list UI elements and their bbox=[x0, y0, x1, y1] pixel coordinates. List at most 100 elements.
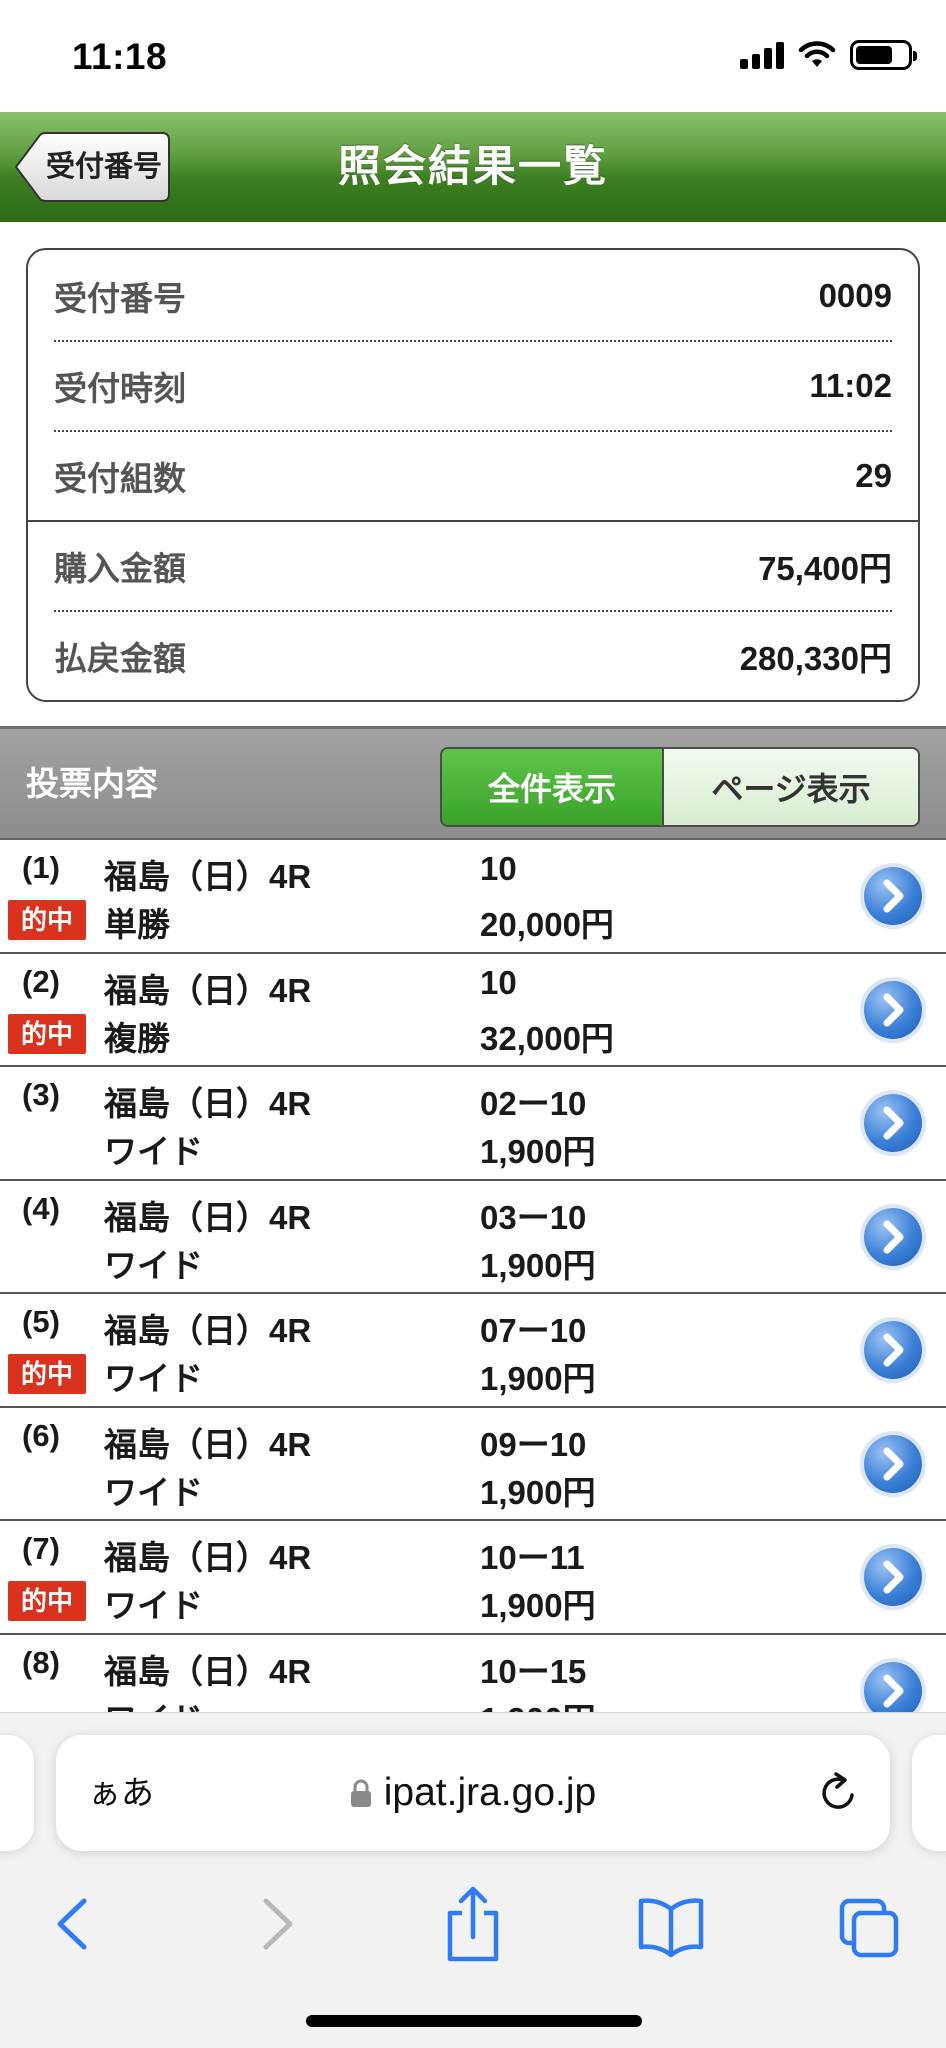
bet-number: (8) bbox=[22, 1644, 60, 1680]
summary-label: 受付組数 bbox=[54, 460, 186, 497]
url-display[interactable]: ipat.jra.go.jp bbox=[56, 1735, 890, 1851]
title-bar: 照会結果一覧 受付番号 bbox=[0, 112, 946, 222]
bet-combination: 03ー10 bbox=[480, 1198, 587, 1236]
bet-type: ワイド bbox=[104, 1246, 203, 1284]
race-name: 福島（日）4R bbox=[104, 1312, 312, 1349]
next-tab-preview[interactable] bbox=[912, 1735, 946, 1851]
show-all-button[interactable]: 全件表示 bbox=[442, 749, 664, 825]
url-text: ipat.jra.go.jp bbox=[383, 1771, 597, 1814]
bet-amount: 1,900円 bbox=[480, 1693, 596, 1713]
browser-toolbar: ぁあ ipat.jra.go.jp bbox=[0, 1712, 946, 2048]
chevron-right-icon[interactable] bbox=[864, 1094, 922, 1152]
chevron-right-icon[interactable] bbox=[864, 1207, 922, 1266]
bet-amount: 20,000円 bbox=[480, 906, 614, 943]
race-name: 福島（日）4R bbox=[104, 1652, 312, 1690]
bet-combination: 10ー15 bbox=[480, 1652, 587, 1690]
race-name: 福島（日）4R bbox=[104, 971, 312, 1009]
bet-list: (1) 的中 福島（日）4R 単勝 10 20,000円 (2) 的中 福島（日… bbox=[0, 840, 946, 1712]
summary-label: 受付時刻 bbox=[54, 370, 186, 407]
previous-tab-preview[interactable] bbox=[0, 1735, 34, 1851]
back-button-label: 受付番号 bbox=[45, 151, 162, 183]
hit-badge: 的中 bbox=[8, 900, 86, 940]
bet-type: ワイド bbox=[104, 1473, 203, 1511]
summary-label: 払戻金額 bbox=[54, 640, 186, 677]
wifi-icon bbox=[798, 41, 836, 67]
summary-row-set-count: 受付組数 29 bbox=[54, 432, 892, 520]
bet-amount: 1,900円 bbox=[480, 1246, 596, 1284]
bet-row[interactable]: (6) 福島（日）4R ワイド 09ー10 1,900円 bbox=[0, 1407, 946, 1521]
bet-type: 複勝 bbox=[104, 1019, 170, 1057]
bet-number: (7) bbox=[22, 1531, 60, 1566]
bet-contents-header: 投票内容 全件表示 ページ表示 bbox=[0, 726, 946, 840]
summary-value: 280,330円 bbox=[739, 640, 892, 677]
hit-badge: 的中 bbox=[8, 1354, 86, 1394]
bet-number: (4) bbox=[22, 1190, 60, 1226]
summary-value: 29 bbox=[855, 457, 892, 494]
tabs-icon[interactable] bbox=[836, 1879, 902, 1969]
hit-badge: 的中 bbox=[8, 1013, 86, 1054]
reload-icon[interactable] bbox=[816, 1771, 860, 1815]
bet-amount: 1,900円 bbox=[480, 1587, 596, 1624]
summary-row-receipt-number: 受付番号 0009 bbox=[54, 252, 892, 340]
bet-combination: 02ー10 bbox=[480, 1085, 587, 1122]
display-mode-toggle: 全件表示 ページ表示 bbox=[440, 747, 920, 827]
bet-row[interactable]: (7) 的中 福島（日）4R ワイド 10ー11 1,900円 bbox=[0, 1521, 946, 1635]
bet-type: ワイド bbox=[104, 1587, 203, 1624]
bet-row[interactable]: (1) 的中 福島（日）4R 単勝 10 20,000円 bbox=[0, 840, 946, 954]
bet-combination: 10 bbox=[480, 850, 517, 887]
bet-amount: 1,900円 bbox=[480, 1473, 596, 1511]
bet-amount: 1,900円 bbox=[480, 1360, 596, 1397]
chevron-right-icon[interactable] bbox=[864, 867, 922, 925]
status-time: 11:18 bbox=[72, 36, 168, 77]
bet-row[interactable]: (3) 福島（日）4R ワイド 02ー10 1,900円 bbox=[0, 1067, 946, 1181]
bet-type: 単勝 bbox=[104, 906, 170, 943]
back-button[interactable]: 受付番号 bbox=[14, 132, 170, 202]
bet-combination: 07ー10 bbox=[480, 1312, 587, 1349]
forward-arrow-icon[interactable] bbox=[246, 1879, 306, 1969]
section-title: 投票内容 bbox=[26, 765, 158, 802]
lock-icon bbox=[350, 1779, 371, 1807]
share-icon[interactable] bbox=[440, 1879, 506, 1969]
bet-number: (5) bbox=[22, 1304, 60, 1339]
bet-row[interactable]: (8) 福島（日）4R ワイド 10ー15 1,900円 bbox=[0, 1634, 946, 1713]
bet-type: ワイド bbox=[104, 1133, 203, 1170]
address-bar[interactable]: ぁあ ipat.jra.go.jp bbox=[56, 1735, 890, 1851]
race-name: 福島（日）4R bbox=[104, 1539, 312, 1576]
bet-number: (1) bbox=[22, 850, 60, 885]
bet-row[interactable]: (5) 的中 福島（日）4R ワイド 07ー10 1,900円 bbox=[0, 1294, 946, 1408]
cellular-signal-icon bbox=[740, 41, 784, 69]
bookmarks-icon[interactable] bbox=[636, 1879, 706, 1969]
bet-row[interactable]: (2) 的中 福島（日）4R 複勝 10 32,000円 bbox=[0, 953, 946, 1067]
race-name: 福島（日）4R bbox=[104, 858, 312, 895]
home-indicator bbox=[306, 2015, 642, 2027]
race-name: 福島（日）4R bbox=[104, 1085, 312, 1122]
summary-value: 0009 bbox=[818, 277, 892, 314]
summary-label: 購入金額 bbox=[54, 550, 186, 587]
status-bar: 11:18 bbox=[0, 0, 946, 112]
battery-icon bbox=[850, 40, 917, 70]
summary-row-payout-amount: 払戻金額 280,330円 bbox=[54, 612, 892, 700]
bet-combination: 09ー10 bbox=[480, 1425, 587, 1463]
race-name: 福島（日）4R bbox=[104, 1198, 312, 1236]
chevron-right-icon[interactable] bbox=[864, 1434, 922, 1493]
bet-number: (2) bbox=[22, 963, 60, 999]
status-icons bbox=[740, 40, 917, 70]
chevron-right-icon[interactable] bbox=[864, 980, 922, 1039]
bet-combination: 10ー11 bbox=[480, 1539, 585, 1576]
bet-amount: 1,900円 bbox=[480, 1133, 596, 1170]
hit-badge: 的中 bbox=[8, 1581, 86, 1621]
bet-type: ワイド bbox=[104, 1693, 203, 1713]
bet-combination: 10 bbox=[480, 963, 517, 1001]
chevron-right-icon[interactable] bbox=[864, 1321, 922, 1379]
summary-row-receipt-time: 受付時刻 11:02 bbox=[54, 342, 892, 430]
bet-amount: 32,000円 bbox=[480, 1019, 614, 1057]
chevron-right-icon[interactable] bbox=[864, 1661, 922, 1712]
chevron-right-icon[interactable] bbox=[864, 1548, 922, 1606]
bet-number: (3) bbox=[22, 1077, 60, 1112]
back-arrow-icon[interactable] bbox=[44, 1879, 104, 1969]
summary-value: 75,400円 bbox=[758, 550, 892, 587]
page-view-button[interactable]: ページ表示 bbox=[664, 749, 918, 825]
bet-row[interactable]: (4) 福島（日）4R ワイド 03ー10 1,900円 bbox=[0, 1180, 946, 1294]
summary-value: 11:02 bbox=[809, 367, 892, 404]
bet-type: ワイド bbox=[104, 1360, 203, 1397]
